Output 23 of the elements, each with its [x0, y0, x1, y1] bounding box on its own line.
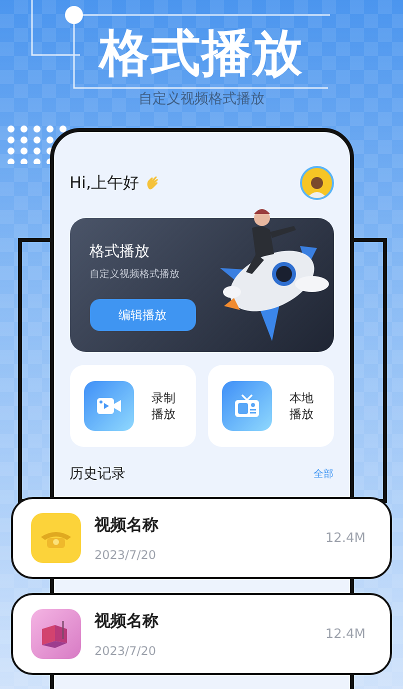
avatar[interactable]	[300, 166, 334, 200]
video-size: 12.4M	[325, 626, 366, 642]
video-camera-icon	[96, 396, 120, 416]
video-card[interactable]: 视频名称 2023/7/20 12.4M	[10, 497, 392, 579]
room-thumbnail	[30, 609, 80, 659]
feature-label: 录制播放	[152, 390, 176, 422]
video-date: 2023/7/20	[94, 548, 158, 562]
video-card[interactable]: 视频名称 2023/7/20 12.4M	[10, 593, 392, 675]
headline-title: 格式播放	[100, 23, 304, 84]
feature-tile[interactable]: 录制播放	[70, 365, 196, 447]
telephone-thumbnail	[30, 513, 80, 563]
video-size: 12.4M	[325, 530, 366, 546]
tv-icon	[234, 394, 260, 418]
video-date: 2023/7/20	[94, 644, 158, 658]
video-name: 视频名称	[94, 610, 160, 632]
banner-subtitle: 自定义视频格式播放	[90, 268, 180, 281]
video-name: 视频名称	[94, 514, 160, 536]
greeting-text: Hi,上午好	[70, 172, 140, 194]
feature-label: 本地播放	[290, 390, 314, 422]
history-heading: 历史记录	[70, 465, 126, 483]
banner-title: 格式播放	[90, 242, 150, 261]
headline-subtitle: 自定义视频格式播放	[138, 90, 264, 108]
feature-tile[interactable]: 本地播放	[208, 365, 334, 447]
